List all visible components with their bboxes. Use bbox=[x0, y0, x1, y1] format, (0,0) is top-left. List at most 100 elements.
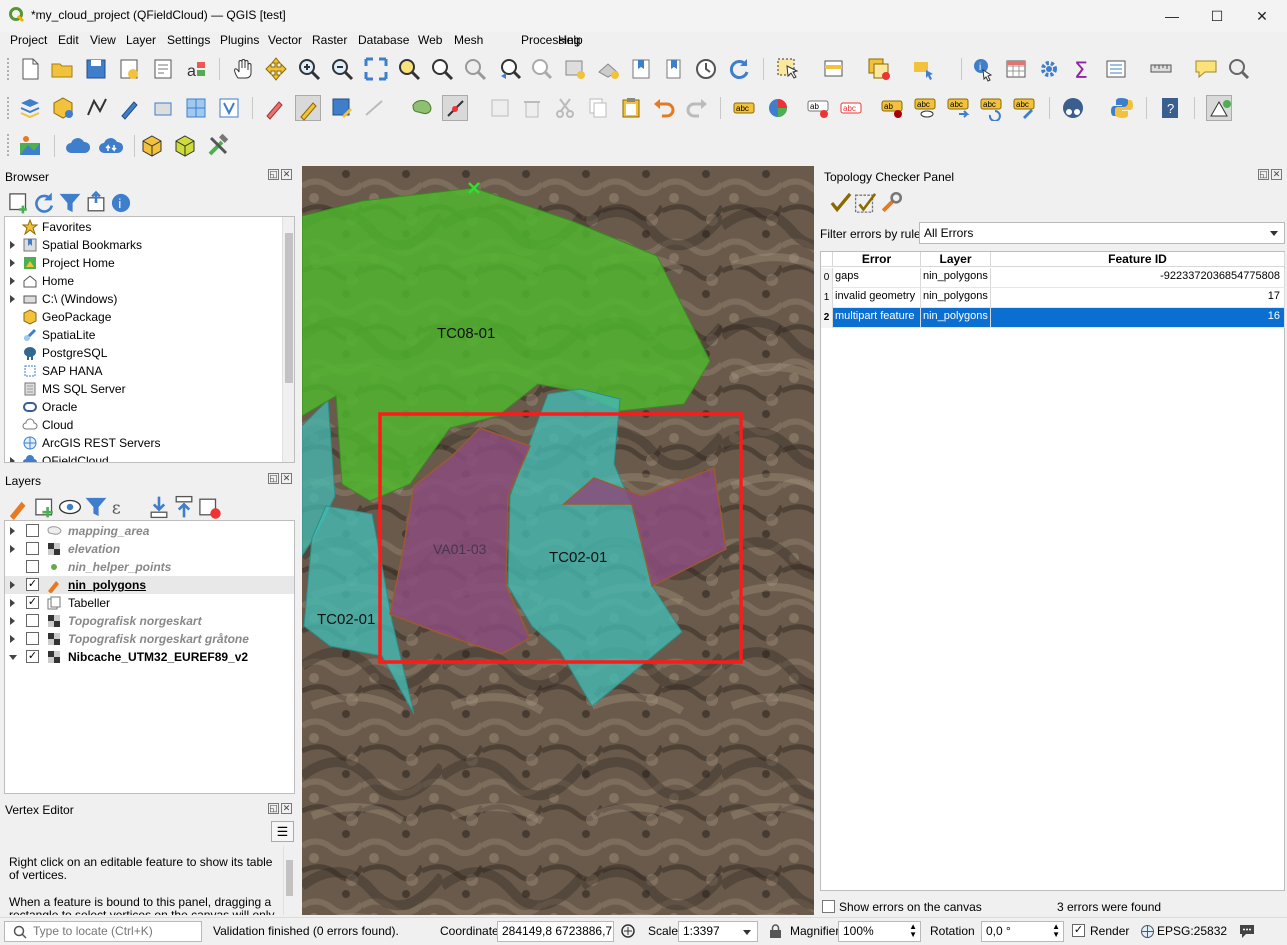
open-project-icon[interactable] bbox=[49, 56, 75, 82]
save-project-icon[interactable] bbox=[83, 56, 109, 82]
layer-visibility-checkbox[interactable]: ✓ bbox=[26, 578, 39, 591]
open-layer-styling-icon[interactable] bbox=[6, 494, 26, 520]
zoom-full-icon[interactable] bbox=[363, 56, 389, 82]
scale-combobox[interactable]: 1:3397 bbox=[678, 921, 758, 942]
browser-item-postgresql[interactable]: PostgreSQL bbox=[5, 344, 294, 362]
zoom-in-icon[interactable] bbox=[296, 56, 322, 82]
float-panel-icon[interactable]: ◱ bbox=[268, 473, 279, 484]
layer-row[interactable]: Topografisk norgeskart gråtone bbox=[5, 630, 294, 648]
float-panel-icon[interactable]: ◱ bbox=[268, 803, 279, 814]
menu-view[interactable]: View bbox=[90, 33, 116, 47]
toggle-editing-pencil-icon[interactable] bbox=[295, 95, 321, 121]
expand-all-icon[interactable] bbox=[146, 494, 168, 519]
zoom-out-icon[interactable] bbox=[329, 56, 355, 82]
layer-row[interactable]: mapping_area bbox=[5, 522, 294, 540]
rotation-spinbox[interactable]: 0,0 ° ▲ ▼ bbox=[981, 921, 1064, 942]
menu-help[interactable]: Help bbox=[558, 33, 583, 47]
delete-selected-icon[interactable] bbox=[519, 95, 545, 121]
show-errors-checkbox[interactable] bbox=[822, 900, 835, 913]
crs-globe-icon[interactable] bbox=[1140, 924, 1155, 939]
help-icon[interactable]: ? bbox=[1157, 95, 1183, 121]
cut-features-icon[interactable] bbox=[552, 95, 578, 121]
filter-legend-icon[interactable] bbox=[83, 494, 107, 517]
new-virtual-layer-icon[interactable] bbox=[216, 95, 242, 121]
coordinate-field[interactable]: 284149,8 6723886,7 bbox=[497, 921, 614, 942]
synchronize-from-qfield-icon[interactable] bbox=[172, 133, 198, 159]
copy-features-icon[interactable] bbox=[585, 95, 611, 121]
vertex-tool-icon[interactable] bbox=[442, 95, 468, 121]
data-source-manager-icon[interactable] bbox=[17, 95, 43, 121]
column-header-layer[interactable]: Layer bbox=[921, 252, 991, 267]
expand-arrow-icon[interactable] bbox=[10, 277, 15, 285]
configure-rules-wrench-icon[interactable] bbox=[878, 190, 903, 213]
configure-project-tools-icon[interactable] bbox=[205, 133, 231, 159]
georeferencer-icon[interactable] bbox=[183, 95, 209, 121]
show-bookmarks-icon[interactable] bbox=[660, 56, 686, 82]
refresh-icon[interactable] bbox=[31, 190, 54, 213]
close-panel-icon[interactable]: ✕ bbox=[281, 473, 292, 484]
create-grid-icon[interactable] bbox=[150, 95, 176, 121]
layer-visibility-checkbox[interactable] bbox=[26, 542, 39, 555]
layer-row-selected[interactable]: ✓ nin_polygons bbox=[5, 576, 294, 594]
menu-raster[interactable]: Raster bbox=[312, 33, 347, 47]
pan-hand-icon[interactable] bbox=[230, 56, 256, 82]
layer-row[interactable]: Topografisk norgeskart bbox=[5, 612, 294, 630]
expand-arrow-icon[interactable] bbox=[10, 457, 15, 462]
close-panel-icon[interactable]: ✕ bbox=[281, 803, 292, 814]
highlight-pinned-labels-icon[interactable]: ab bbox=[805, 95, 831, 121]
menu-database[interactable]: Database bbox=[358, 33, 409, 47]
float-panel-icon[interactable]: ◱ bbox=[268, 169, 279, 180]
column-header-error[interactable]: Error bbox=[833, 252, 921, 267]
add-polygon-feature-icon[interactable] bbox=[409, 95, 435, 121]
add-group-icon[interactable] bbox=[32, 494, 53, 518]
manage-map-themes-eye-icon[interactable] bbox=[57, 494, 82, 515]
map-tips-icon[interactable] bbox=[1193, 56, 1219, 82]
layer-row[interactable]: ✓ Tabeller bbox=[5, 594, 294, 612]
browser-item-spatialite[interactable]: SpatiaLite bbox=[5, 326, 294, 344]
settings-gear-icon[interactable] bbox=[1036, 56, 1062, 82]
statistics-sigma-icon[interactable]: Σ bbox=[1069, 56, 1095, 84]
locator-search-input[interactable]: Type to locate (Ctrl+K) bbox=[4, 921, 202, 942]
browser-item-geopackage[interactable]: GeoPackage bbox=[5, 308, 294, 326]
properties-info-icon[interactable]: i bbox=[108, 190, 131, 213]
paste-features-icon[interactable] bbox=[618, 95, 644, 121]
temporal-controller-icon[interactable] bbox=[693, 56, 719, 82]
layer-row[interactable]: elevation bbox=[5, 540, 294, 558]
expand-arrow-icon[interactable] bbox=[10, 259, 15, 267]
menu-plugins[interactable]: Plugins bbox=[220, 33, 259, 47]
new-3d-view-icon[interactable] bbox=[595, 56, 621, 82]
move-label-icon[interactable]: abc bbox=[945, 95, 971, 121]
layer-row[interactable]: nin_helper_points bbox=[5, 558, 294, 576]
layer-diagram-icon[interactable] bbox=[765, 95, 791, 121]
menu-edit[interactable]: Edit bbox=[58, 33, 79, 47]
layer-visibility-checkbox[interactable] bbox=[26, 614, 39, 627]
map-canvas[interactable]: TC08-01 VA01-03 TC02-01 TC02-01 bbox=[302, 166, 814, 915]
crs-label[interactable]: EPSG:25832 bbox=[1157, 924, 1227, 938]
scrollbar-thumb[interactable] bbox=[286, 860, 293, 896]
select-by-location-icon[interactable] bbox=[911, 56, 937, 82]
new-project-icon[interactable] bbox=[17, 56, 43, 82]
layer-labeling-icon[interactable]: abc bbox=[731, 95, 757, 121]
rotate-label-icon[interactable]: abc bbox=[978, 95, 1004, 122]
python-console-icon[interactable] bbox=[1109, 95, 1135, 121]
measure-line-icon[interactable] bbox=[1148, 56, 1174, 82]
validate-extent-icon[interactable] bbox=[853, 190, 877, 213]
menu-vector[interactable]: Vector bbox=[268, 33, 302, 47]
maximize-button[interactable]: ☐ bbox=[1200, 4, 1234, 28]
deselect-features-icon[interactable] bbox=[866, 56, 892, 82]
magnifier-spinbox[interactable]: 100% ▲ ▼ bbox=[838, 921, 921, 942]
new-print-layout-icon[interactable] bbox=[116, 56, 142, 82]
browser-item-favorites[interactable]: Favorites bbox=[5, 218, 294, 236]
browser-scrollbar[interactable] bbox=[282, 217, 294, 462]
browser-item-qfieldcloud[interactable]: QFieldCloud bbox=[5, 452, 294, 462]
browser-item-project-home[interactable]: Project Home bbox=[5, 254, 294, 272]
validate-all-icon[interactable] bbox=[828, 190, 852, 213]
layer-row[interactable]: ✓ Nibcache_UTM32_EUREF89_v2 bbox=[5, 648, 294, 666]
expand-arrow-icon[interactable] bbox=[10, 617, 15, 625]
style-manager-icon[interactable]: a bbox=[183, 56, 209, 82]
render-checkbox[interactable]: ✓ bbox=[1072, 924, 1085, 937]
identify-features-icon[interactable]: i bbox=[970, 56, 996, 82]
expand-arrow-icon[interactable] bbox=[10, 295, 15, 303]
menu-mesh[interactable]: Mesh bbox=[454, 33, 483, 47]
cloud-sync-icon[interactable] bbox=[98, 133, 124, 159]
